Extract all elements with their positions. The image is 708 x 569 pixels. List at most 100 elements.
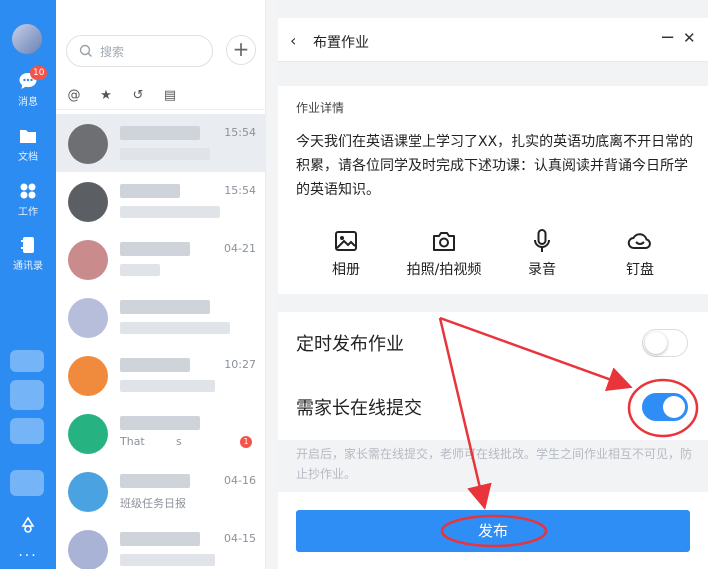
search-placeholder: 搜索 (100, 45, 125, 59)
panel-title: 布置作业 (313, 35, 369, 51)
avatar (68, 182, 108, 222)
homework-content-input[interactable]: 今天我们在英语课堂上学习了XX，扎实的英语功底离不开日常的积累，请各位同学及时完… (296, 130, 694, 202)
list-item[interactable]: 04-21 (56, 230, 266, 288)
unread-count-badge: 1 (240, 436, 252, 448)
apps-grid-icon (20, 183, 36, 199)
conversation-preview (120, 148, 210, 160)
toggle-knob (645, 332, 667, 354)
conversation-name (120, 416, 200, 430)
parent-submit-toggle[interactable] (642, 393, 688, 421)
conversation-name (120, 474, 190, 488)
cloud-icon (627, 233, 651, 249)
add-button[interactable]: + (226, 35, 256, 65)
nav-label-work: 工作 (18, 207, 38, 218)
nav-blurred-item (10, 350, 44, 372)
list-item[interactable]: 10:27 (56, 346, 266, 404)
conversation-time: 15:54 (224, 184, 256, 197)
list-item[interactable] (56, 288, 266, 346)
attach-album-label: 相册 (332, 262, 360, 278)
close-icon[interactable]: ✕ (683, 29, 696, 47)
avatar (68, 472, 108, 512)
settings-group: 定时发布作业 需家长在线提交 (278, 312, 708, 440)
avatar (68, 298, 108, 338)
filter-bar: @ ★ ↺ ▤ (56, 84, 266, 110)
search-input[interactable]: 搜索 (66, 35, 213, 67)
nav-label-docs: 文档 (18, 152, 38, 163)
parent-submit-note: 开启后，家长需在线提交，老师可在线批改。学生之间作业相互不可见，防止抄作业。 (296, 447, 693, 481)
nav-blurred-item (10, 380, 44, 410)
history-icon[interactable]: ↺ (130, 88, 146, 104)
conversation-preview: That (120, 435, 145, 448)
toggle-knob (663, 396, 685, 418)
list-item[interactable]: 04-15 (56, 520, 266, 569)
avatar (68, 356, 108, 396)
conversation-preview (120, 206, 220, 218)
nav-blurred-item (10, 418, 44, 444)
conversation-preview: 班级任务日报 (120, 497, 186, 510)
contacts-book-icon (21, 237, 34, 253)
attach-camera-label: 拍照/拍视频 (406, 262, 482, 278)
conversation-time: 04-15 (224, 532, 256, 545)
list-item[interactable]: That s 1 (56, 404, 266, 462)
conversation-preview (120, 322, 230, 334)
nav-item-docs[interactable]: 文档 (0, 127, 56, 163)
conversation-time: 04-16 (224, 474, 256, 487)
camera-icon (433, 232, 455, 251)
scheduled-publish-row: 定时发布作业 (278, 312, 708, 376)
conversation-preview (120, 264, 160, 276)
parent-submit-row: 需家长在线提交 (278, 376, 708, 440)
nav-label-messages: 消息 (18, 97, 38, 108)
panel-footer: 发布 (278, 492, 708, 569)
nav-item-messages[interactable]: 10 消息 (0, 66, 56, 108)
nav-rail: 10 消息 文档 工作 通讯录 ··· (0, 0, 56, 569)
nav-item-contacts[interactable]: 通讯录 (0, 236, 56, 272)
archive-icon[interactable]: ▤ (162, 88, 178, 104)
chat-area-edge (266, 0, 278, 569)
publish-button[interactable]: 发布 (296, 510, 690, 552)
scheduled-publish-label: 定时发布作业 (296, 334, 404, 355)
conversation-time: 04-21 (224, 242, 256, 255)
user-avatar[interactable] (12, 24, 42, 54)
scheduled-publish-toggle[interactable] (642, 329, 688, 357)
panel-header: ‹ 布置作业 − ✕ (278, 18, 708, 62)
list-item[interactable]: 15:54 (56, 114, 266, 172)
details-label: 作业详情 (296, 101, 345, 115)
folder-icon (20, 130, 36, 143)
list-item[interactable]: 15:54 (56, 172, 266, 230)
avatar (68, 530, 108, 569)
attach-album-button[interactable]: 相册 (296, 228, 396, 279)
recycle-icon (21, 516, 35, 533)
nav-item-work[interactable]: 工作 (0, 182, 56, 218)
conversation-name (120, 184, 180, 198)
avatar (68, 240, 108, 280)
image-icon (335, 231, 357, 251)
conversation-preview (120, 380, 215, 392)
attach-audio-label: 录音 (528, 262, 556, 278)
attach-audio-button[interactable]: 录音 (492, 228, 592, 279)
conversation-list: 搜索 + @ ★ ↺ ▤ 15:54 15:54 04-21 10:27 Tha… (56, 0, 266, 569)
unread-badge: 10 (30, 66, 48, 80)
star-icon[interactable]: ★ (98, 88, 114, 104)
attach-camera-button[interactable]: 拍照/拍视频 (394, 228, 494, 279)
conversation-preview (120, 554, 215, 566)
nav-label-contacts: 通讯录 (13, 261, 43, 272)
conversation-name (120, 358, 190, 372)
conversation-name (120, 532, 200, 546)
parent-submit-label: 需家长在线提交 (296, 398, 422, 419)
list-item[interactable]: 班级任务日报 04-16 (56, 462, 266, 520)
conversation-time: 10:27 (224, 358, 256, 371)
attach-drive-label: 钉盘 (626, 262, 654, 278)
conversation-preview-extra: s (176, 435, 182, 448)
avatar (68, 124, 108, 164)
back-icon[interactable]: ‹ (290, 31, 296, 50)
conversation-name (120, 126, 200, 140)
mention-icon[interactable]: @ (66, 88, 82, 104)
attach-drive-button[interactable]: 钉盘 (590, 228, 690, 279)
conversation-name (120, 242, 190, 256)
conversation-name (120, 300, 210, 314)
minimize-icon[interactable]: − (660, 27, 675, 48)
nav-item-recycle[interactable] (0, 516, 56, 534)
more-icon[interactable]: ··· (0, 548, 56, 564)
nav-blurred-item (10, 470, 44, 496)
microphone-icon (534, 229, 550, 252)
